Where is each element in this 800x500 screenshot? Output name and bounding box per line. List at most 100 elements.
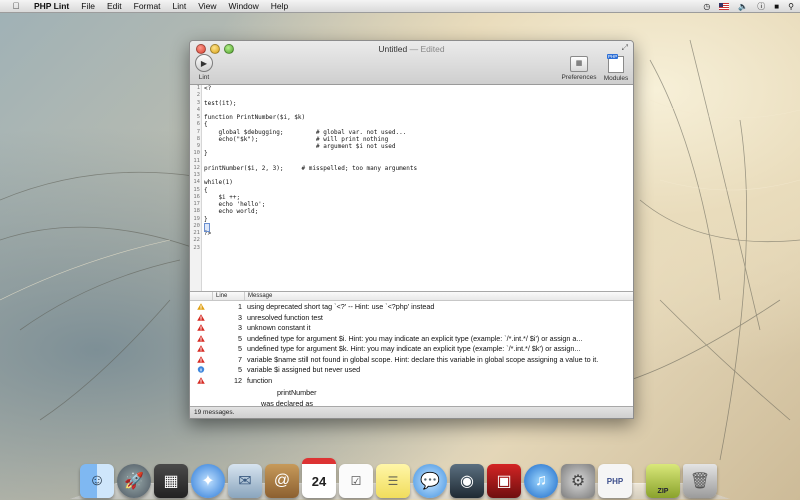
code-line[interactable] (204, 107, 417, 114)
table-row[interactable]: 5 undefined type for argument $k. Hint: y… (190, 343, 633, 354)
zip-label: ZIP (657, 488, 669, 495)
photo-booth-icon[interactable]: ▣ (487, 464, 521, 498)
window-titlebar[interactable]: Untitled — Edited ⤢ ▶ Lint ▦ Preferences… (190, 41, 633, 85)
message-line-number: 5 (238, 333, 242, 343)
fullscreen-icon[interactable]: ⤢ (622, 43, 628, 53)
messages-icon[interactable]: 💬 (413, 464, 447, 498)
message-line-number: 3 (238, 312, 242, 322)
code-line[interactable]: } (204, 150, 417, 157)
code-line[interactable] (204, 172, 417, 179)
menu-app-name[interactable]: PHP Lint (34, 1, 69, 11)
menu-view[interactable]: View (198, 1, 216, 11)
code-line[interactable]: $i ++; (204, 194, 417, 201)
code-line[interactable] (204, 158, 417, 165)
volume-icon[interactable]: 🔈 (738, 2, 748, 11)
table-row[interactable]: 7 variable $name still not found in globa… (190, 354, 633, 365)
notes-icon[interactable]: ☰ (376, 464, 410, 498)
line-number: 16 (193, 193, 200, 200)
code-line[interactable]: <? (204, 85, 417, 92)
code-line[interactable]: printNumber($i, 2, 3); # misspelled; too… (204, 165, 417, 172)
error-icon (197, 376, 205, 384)
messages-table[interactable]: Line Message 1 using deprecated short tag… (190, 292, 633, 408)
finder-icon[interactable]: ☺ (80, 464, 114, 498)
code-line[interactable]: { (204, 121, 417, 128)
system-preferences-icon[interactable]: ⚙ (561, 464, 595, 498)
table-row[interactable]: 5 undefined type for argument $i. Hint: y… (190, 333, 633, 344)
column-header-message[interactable]: Message (248, 292, 272, 300)
safari-icon[interactable]: ✦ (191, 464, 225, 498)
table-row[interactable]: 1 using deprecated short tag `<?' -- Hint… (190, 301, 633, 312)
modules-label: Modules (603, 75, 629, 82)
code-line[interactable] (204, 92, 417, 99)
info-icon[interactable]: ⓘ (757, 1, 765, 12)
message-text: unknown constant it (247, 323, 311, 332)
code-line[interactable]: while(1) (204, 179, 417, 186)
error-icon (197, 355, 205, 363)
table-row[interactable]: 5 variable $i assigned but never used (190, 364, 633, 375)
menu-lint[interactable]: Lint (173, 1, 187, 11)
code-line[interactable] (204, 223, 417, 230)
code-line[interactable] (204, 245, 417, 252)
table-row[interactable]: 3 unknown constant it (190, 322, 633, 333)
menu-edit[interactable]: Edit (107, 1, 122, 11)
reminders-icon[interactable]: ☑ (339, 464, 373, 498)
line-number: 18 (193, 208, 200, 215)
menu-help[interactable]: Help (271, 1, 288, 11)
php-lint-icon[interactable]: PHP (598, 464, 632, 498)
message-text: variable $name still not found in global… (247, 354, 599, 364)
menu-format[interactable]: Format (134, 1, 161, 11)
user-icon[interactable]: ■ (774, 2, 779, 11)
zip-archive-icon[interactable]: ZIP (646, 464, 680, 498)
lint-button[interactable]: ▶ Lint (194, 54, 214, 81)
table-row[interactable]: 3 unresolved function test (190, 312, 633, 323)
messages-header: Line Message (190, 292, 633, 301)
calendar-day: 24 (311, 473, 327, 489)
mission-control-icon[interactable]: ▦ (154, 464, 188, 498)
info-icon (197, 366, 205, 373)
table-row[interactable]: 12 function (190, 375, 633, 386)
modules-icon: PHP (607, 54, 624, 73)
code-line[interactable]: # argument $i not used (204, 143, 417, 150)
spotlight-icon[interactable]: ⚲ (788, 2, 794, 11)
line-number: 15 (193, 186, 200, 193)
facetime-icon[interactable]: ◉ (450, 464, 484, 498)
message-text: undefined type for argument $i. Hint: yo… (247, 333, 583, 343)
time-machine-icon[interactable]: ◷ (703, 2, 710, 11)
menu-file[interactable]: File (81, 1, 95, 11)
code-line[interactable]: { (204, 187, 417, 194)
php-lint-window: Untitled — Edited ⤢ ▶ Lint ▦ Preferences… (189, 40, 634, 419)
contacts-icon[interactable]: @ (265, 464, 299, 498)
warning-icon (197, 303, 205, 310)
code-line[interactable]: echo 'hello'; (204, 201, 417, 208)
line-number: 14 (193, 179, 200, 186)
launchpad-icon[interactable]: 🚀 (117, 464, 151, 498)
code-line[interactable]: function PrintNumber($i, $k) (204, 114, 417, 121)
code-line[interactable]: echo world; (204, 208, 417, 215)
code-line[interactable]: } (204, 216, 417, 223)
us-flag-icon[interactable] (719, 2, 730, 10)
apple-menu-icon[interactable]:  (10, 1, 22, 11)
message-rows: 1 using deprecated short tag `<?' -- Hint… (190, 301, 633, 385)
line-number: 22 (193, 237, 200, 244)
code-text[interactable]: <? test(it); function PrintNumber($i, $k){… (204, 85, 417, 252)
trash-icon[interactable]: 🗑 (683, 464, 717, 498)
error-icon (197, 313, 205, 321)
line-number: 17 (193, 201, 200, 207)
code-line[interactable] (204, 237, 417, 244)
message-line-number: 3 (238, 323, 242, 332)
lint-label: Lint (198, 74, 210, 81)
preferences-button[interactable]: ▦ Preferences (561, 56, 597, 81)
column-header-line[interactable]: Line (216, 292, 227, 300)
mail-icon[interactable]: ✉ (228, 464, 262, 498)
line-number: 11 (193, 157, 200, 164)
code-line[interactable]: global $debugging; # global var. not use… (204, 129, 417, 136)
code-line[interactable]: echo("$k"); # will print nothing (204, 136, 417, 143)
itunes-icon[interactable]: ♫ (524, 464, 558, 498)
code-line[interactable]: test(it); (204, 100, 417, 107)
line-number: 9 (196, 143, 200, 149)
menu-window[interactable]: Window (229, 1, 259, 11)
code-editor[interactable]: 1 2 3 4 5 6 7 8 9 10 11 12 13 14 15 16 17 18 19 20 21 22 23 <?… (190, 85, 633, 292)
code-line[interactable]: ?> (204, 230, 417, 237)
calendar-icon[interactable]: 24 (302, 458, 336, 498)
modules-button[interactable]: PHP Modules (601, 54, 631, 82)
